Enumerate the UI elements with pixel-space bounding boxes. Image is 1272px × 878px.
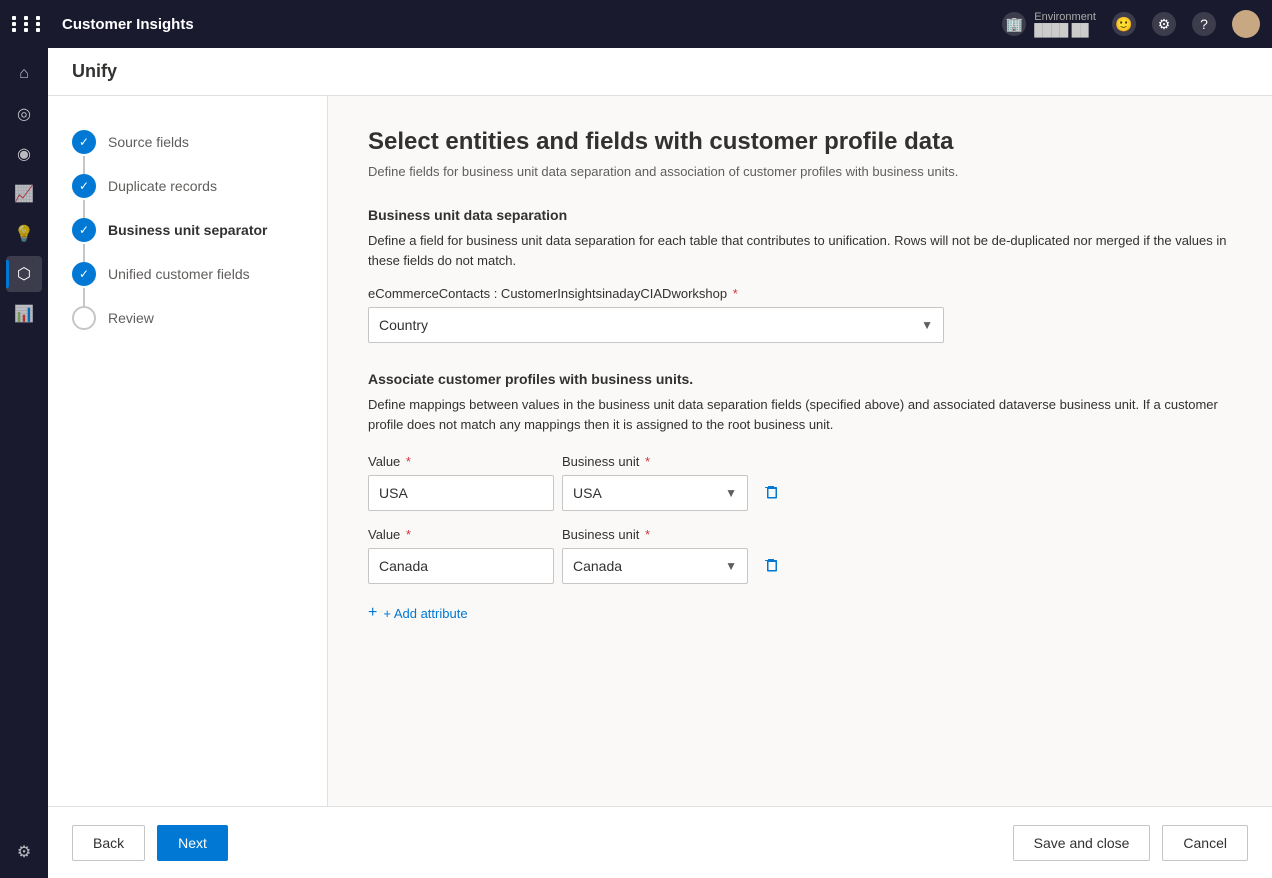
bu-required-2: * (645, 527, 650, 542)
main-title: Select entities and fields with customer… (368, 128, 1232, 156)
page-title: Unify (72, 61, 117, 82)
step-circle-business: ✓ (72, 218, 96, 242)
sidebar-item-target[interactable]: ◉ (6, 136, 42, 172)
settings-icon[interactable]: ⚙ (1152, 12, 1176, 36)
sidebar-item-insights[interactable]: 💡 (6, 216, 42, 252)
sidebar-item-segments[interactable]: ⬡ (6, 256, 42, 292)
step-review[interactable]: Review (64, 296, 311, 340)
main-layout: ⌂ ◎ ◉ 📈 💡 ⬡ 📊 ⚙ Unify ✓ Source field (0, 48, 1272, 878)
env-value: ████ ██ (1034, 23, 1096, 37)
environment-icon: 🏢 (1002, 12, 1026, 36)
env-label: Environment (1034, 11, 1096, 23)
apps-grid-icon[interactable] (12, 16, 46, 32)
biz-section-desc: Define a field for business unit data se… (368, 231, 1232, 270)
biz-field-label: eCommerceContacts : CustomerInsightsinad… (368, 286, 1232, 301)
main-panel: Select entities and fields with customer… (328, 96, 1272, 806)
bu-required-1: * (645, 454, 650, 469)
value-label-2: Value * (368, 527, 554, 542)
bu-dropdown-chevron-1: ▼ (725, 486, 737, 500)
value-input-2[interactable] (368, 548, 554, 584)
step-circle-review (72, 306, 96, 330)
business-unit-label-2: Business unit * (562, 527, 748, 542)
app-title: Customer Insights (62, 16, 990, 33)
add-icon: + (368, 604, 377, 622)
step-business-unit[interactable]: ✓ Business unit separator (64, 208, 311, 252)
content-area: Unify ✓ Source fields ✓ Duplicate record… (48, 48, 1272, 878)
step-label-review: Review (108, 310, 154, 326)
business-unit-dropdown-2[interactable]: Canada ▼ (562, 548, 748, 584)
sidebar-item-home[interactable]: ⌂ (6, 56, 42, 92)
steps-sidebar: ✓ Source fields ✓ Duplicate records ✓ Bu… (48, 96, 328, 806)
save-close-button[interactable]: Save and close (1013, 825, 1151, 861)
step-label-source: Source fields (108, 134, 189, 150)
value-col-2: Value * (368, 527, 554, 584)
sidebar-item-analytics[interactable]: ◎ (6, 96, 42, 132)
business-unit-section: Business unit data separation Define a f… (368, 207, 1232, 371)
step-unified-customer[interactable]: ✓ Unified customer fields (64, 252, 311, 296)
avatar[interactable] (1232, 10, 1260, 38)
country-dropdown[interactable]: Country ▼ (368, 307, 944, 343)
environment-selector[interactable]: 🏢 Environment ████ ██ (1002, 11, 1096, 37)
add-attr-label: + Add attribute (383, 606, 467, 621)
footer-right: Save and close Cancel (1013, 825, 1248, 861)
main-subtitle: Define fields for business unit data sep… (368, 164, 1232, 179)
delete-row-2[interactable] (756, 548, 788, 584)
step-main: ✓ Source fields ✓ Duplicate records ✓ Bu… (48, 96, 1272, 806)
next-button[interactable]: Next (157, 825, 228, 861)
environment-info: Environment ████ ██ (1034, 11, 1096, 37)
country-dropdown-value: Country (379, 317, 428, 333)
step-source-fields[interactable]: ✓ Source fields (64, 120, 311, 164)
biz-section-title: Business unit data separation (368, 207, 1232, 223)
sidebar-item-settings[interactable]: ⚙ (6, 834, 42, 870)
top-nav: Customer Insights 🏢 Environment ████ ██ … (0, 0, 1272, 48)
step-label-business: Business unit separator (108, 222, 268, 238)
associate-title: Associate customer profiles with busines… (368, 371, 1232, 387)
icon-sidebar: ⌂ ◎ ◉ 📈 💡 ⬡ 📊 ⚙ (0, 48, 48, 878)
value-col-1: Value * (368, 454, 554, 511)
step-label-unified: Unified customer fields (108, 266, 250, 282)
business-unit-label-1: Business unit * (562, 454, 748, 469)
biz-required-marker: * (733, 286, 738, 301)
sidebar-item-reports[interactable]: 📊 (6, 296, 42, 332)
business-unit-col-1: Business unit * USA ▼ (562, 454, 748, 511)
step-label-duplicate: Duplicate records (108, 178, 217, 194)
business-unit-col-2: Business unit * Canada ▼ (562, 527, 748, 584)
step-circle-source: ✓ (72, 130, 96, 154)
associate-section: Associate customer profiles with busines… (368, 371, 1232, 626)
value-input-1[interactable] (368, 475, 554, 511)
bu-dropdown-value-1: USA (573, 485, 602, 501)
value-required-1: * (406, 454, 411, 469)
step-duplicate-records[interactable]: ✓ Duplicate records (64, 164, 311, 208)
add-attribute-button[interactable]: + + Add attribute (368, 600, 468, 626)
delete-row-1[interactable] (756, 475, 788, 511)
mapping-row-1: Value * Business unit * USA (368, 454, 1232, 511)
mapping-row-2: Value * Business unit * Canada (368, 527, 1232, 584)
footer: Back Next Save and close Cancel (48, 806, 1272, 878)
sidebar-item-chart[interactable]: 📈 (6, 176, 42, 212)
business-unit-dropdown-1[interactable]: USA ▼ (562, 475, 748, 511)
bu-dropdown-chevron-2: ▼ (725, 559, 737, 573)
help-icon[interactable]: ? (1192, 12, 1216, 36)
value-label-1: Value * (368, 454, 554, 469)
footer-left: Back Next (72, 825, 228, 861)
step-circle-duplicate: ✓ (72, 174, 96, 198)
header-bar: Unify (48, 48, 1272, 96)
top-nav-right: 🏢 Environment ████ ██ 🙂 ⚙ ? (1002, 10, 1260, 38)
bu-dropdown-value-2: Canada (573, 558, 622, 574)
value-required-2: * (406, 527, 411, 542)
back-button[interactable]: Back (72, 825, 145, 861)
step-circle-unified: ✓ (72, 262, 96, 286)
country-dropdown-chevron: ▼ (921, 318, 933, 332)
associate-desc: Define mappings between values in the bu… (368, 395, 1232, 434)
smiley-icon[interactable]: 🙂 (1112, 12, 1136, 36)
cancel-button[interactable]: Cancel (1162, 825, 1248, 861)
